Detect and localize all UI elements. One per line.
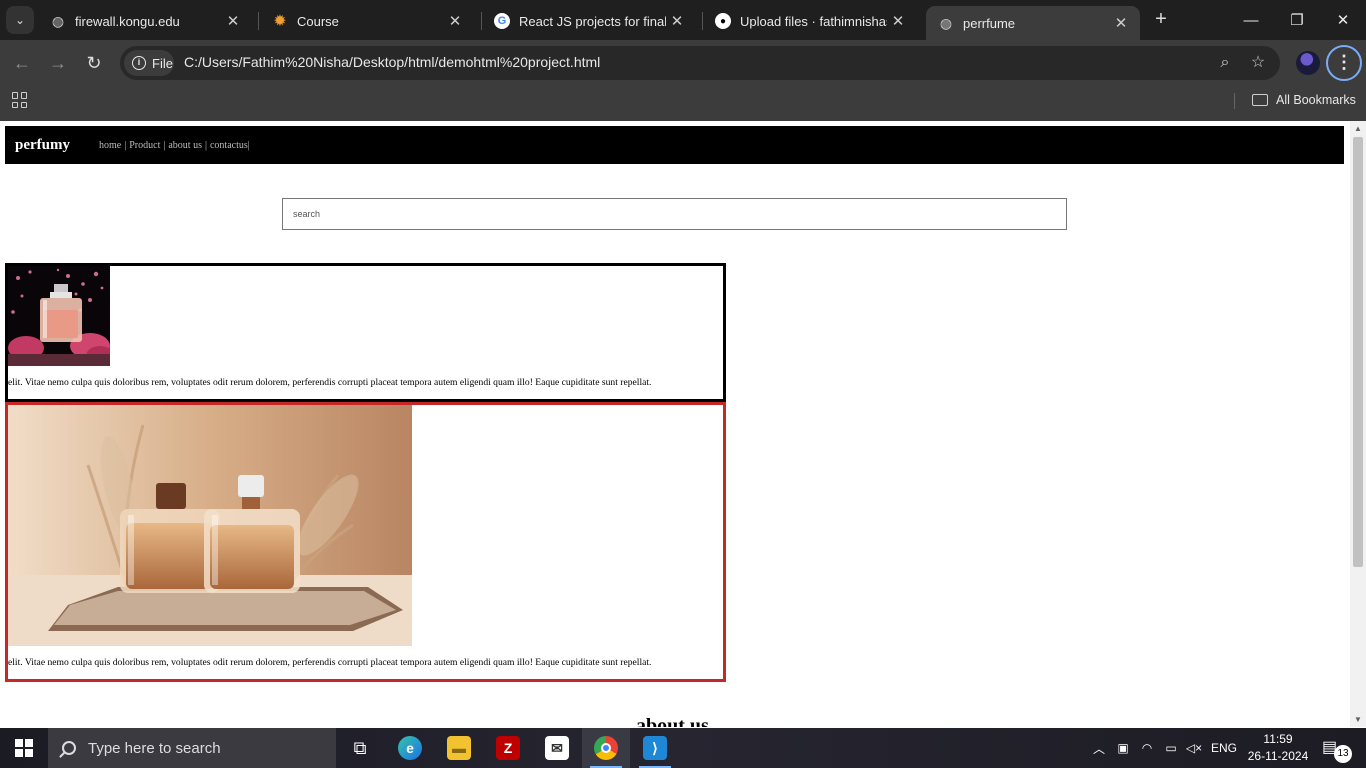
new-tab-button[interactable]: + bbox=[1150, 8, 1172, 32]
tab-search-button[interactable]: ⌄ bbox=[6, 6, 34, 34]
profile-avatar[interactable] bbox=[1296, 51, 1320, 75]
reload-button[interactable]: ↻ bbox=[82, 51, 106, 75]
file-explorer-icon[interactable]: ▬ bbox=[435, 728, 483, 768]
about-us-heading: about us bbox=[636, 715, 709, 727]
info-icon: i bbox=[132, 56, 146, 70]
site-info-label: File bbox=[152, 55, 173, 71]
chevron-down-icon: ⌄ bbox=[14, 13, 26, 27]
tray-chevron-up-icon[interactable]: ︿ bbox=[1088, 728, 1110, 768]
site-nav-links: home | Product | about us | contactus | bbox=[99, 140, 250, 151]
all-bookmarks-button[interactable]: All Bookmarks bbox=[1252, 93, 1356, 107]
task-view-icon[interactable]: ⧉ bbox=[336, 728, 384, 768]
perfume-tray-image bbox=[8, 405, 412, 646]
windows-taskbar: Type here to search ⧉ e ▬ Z ✉ ⟩ ︿ ▣ ◠ ▭ … bbox=[0, 728, 1366, 768]
tab-title: Upload files · fathimnishasye bbox=[740, 13, 887, 29]
tab-perrfume[interactable]: ◍ perrfume ✕ bbox=[926, 6, 1140, 40]
tab-course[interactable]: ✹ Course ✕ bbox=[260, 6, 474, 36]
zoom-icon[interactable]: ⌕ bbox=[1214, 52, 1236, 74]
close-icon[interactable]: ✕ bbox=[666, 12, 688, 30]
taskbar-search-placeholder: Type here to search bbox=[88, 739, 221, 757]
all-bookmarks-label: All Bookmarks bbox=[1276, 93, 1356, 107]
tab-react-projects[interactable]: G React JS projects for final year ✕ bbox=[482, 6, 696, 36]
tab-title: React JS projects for final year bbox=[519, 13, 666, 29]
meet-now-icon[interactable]: ▣ bbox=[1112, 728, 1134, 768]
nav-link-product[interactable]: Product bbox=[129, 140, 160, 151]
scroll-up-arrow-icon[interactable]: ▲ bbox=[1353, 124, 1363, 133]
mail-icon[interactable]: ✉ bbox=[533, 728, 581, 768]
wifi-icon[interactable]: ◠ bbox=[1136, 728, 1158, 768]
close-icon[interactable]: ✕ bbox=[887, 12, 909, 30]
restore-button[interactable]: ❐ bbox=[1274, 0, 1320, 40]
chrome-icon[interactable] bbox=[582, 728, 630, 768]
site-navbar: perfumy home | Product | about us | cont… bbox=[5, 126, 1344, 164]
tab-title: perrfume bbox=[963, 15, 1016, 31]
tab-divider bbox=[258, 12, 259, 30]
system-clock[interactable]: 11:59 26-11-2024 bbox=[1240, 731, 1316, 765]
bookmark-star-icon[interactable]: ☆ bbox=[1247, 52, 1269, 74]
google-icon: G bbox=[494, 13, 510, 29]
browser-toolbar: ← → ↻ i File C:/Users/Fathim%20Nisha/Des… bbox=[0, 40, 1366, 86]
product-card: elit. Vitae nemo culpa quis doloribus re… bbox=[5, 402, 726, 682]
nav-separator: | bbox=[247, 139, 250, 151]
edge-icon[interactable]: e bbox=[386, 728, 434, 768]
scroll-down-arrow-icon[interactable]: ▼ bbox=[1353, 715, 1363, 724]
nav-separator: | bbox=[124, 139, 127, 151]
product-card: elit. Vitae nemo culpa quis doloribus re… bbox=[5, 263, 726, 402]
language-indicator[interactable]: ENG bbox=[1207, 728, 1241, 768]
two-perfume-bottles-illustration bbox=[8, 405, 412, 646]
close-icon[interactable]: ✕ bbox=[222, 12, 244, 30]
search-input[interactable] bbox=[282, 198, 1067, 230]
tab-title: firewall.kongu.edu bbox=[75, 13, 180, 29]
battery-icon[interactable]: ▭ bbox=[1160, 728, 1182, 768]
globe-icon: ◍ bbox=[51, 12, 65, 29]
bookmarks-divider bbox=[1234, 93, 1235, 109]
nav-link-about-us[interactable]: about us bbox=[168, 140, 202, 151]
close-icon[interactable]: ✕ bbox=[444, 12, 466, 30]
back-button[interactable]: ← bbox=[10, 51, 34, 75]
notification-count-badge: 13 bbox=[1334, 745, 1352, 763]
nav-link-home[interactable]: home bbox=[99, 140, 121, 151]
tab-firewall[interactable]: ◍ firewall.kongu.edu ✕ bbox=[38, 6, 252, 36]
clock-time: 11:59 bbox=[1263, 732, 1293, 746]
card-description: elit. Vitae nemo culpa quis doloribus re… bbox=[8, 657, 652, 668]
site-info-chip[interactable]: i File bbox=[124, 50, 174, 76]
sun-icon: ✹ bbox=[273, 13, 287, 30]
windows-start-button[interactable] bbox=[0, 728, 48, 768]
volume-muted-icon[interactable]: ◁× bbox=[1183, 728, 1205, 768]
folder-icon bbox=[1252, 94, 1268, 106]
taskbar-search-box[interactable]: Type here to search bbox=[48, 728, 336, 768]
tab-title: Course bbox=[297, 13, 339, 29]
window-close-button[interactable]: ✕ bbox=[1320, 0, 1366, 40]
close-icon[interactable]: ✕ bbox=[1110, 14, 1132, 32]
browser-tab-bar: ⌄ ◍ firewall.kongu.edu ✕ ✹ Course ✕ G Re… bbox=[0, 0, 1366, 40]
address-bar[interactable]: i File C:/Users/Fathim%20Nisha/Desktop/h… bbox=[120, 46, 1280, 80]
chrome-menu-button[interactable]: ⋮ bbox=[1326, 45, 1362, 81]
card-description: elit. Vitae nemo culpa quis doloribus re… bbox=[8, 377, 652, 388]
clock-date: 26-11-2024 bbox=[1247, 749, 1309, 763]
vscode-icon[interactable]: ⟩ bbox=[631, 728, 679, 768]
tab-github-upload[interactable]: ● Upload files · fathimnishasye ✕ bbox=[703, 6, 917, 36]
minimize-button[interactable]: — bbox=[1228, 0, 1274, 40]
bookmarks-bar: All Bookmarks bbox=[0, 86, 1366, 116]
notification-center-button[interactable]: ▤ 13 bbox=[1322, 737, 1352, 763]
page-scrollbar[interactable]: ▲ ▼ bbox=[1350, 121, 1366, 727]
perfume-bottle-illustration bbox=[8, 266, 110, 366]
github-icon: ● bbox=[715, 13, 731, 29]
search-icon bbox=[62, 741, 76, 755]
forward-button[interactable]: → bbox=[46, 51, 70, 75]
nav-separator: | bbox=[163, 139, 166, 151]
site-brand[interactable]: perfumy bbox=[15, 137, 70, 154]
scrollbar-thumb[interactable] bbox=[1353, 137, 1363, 567]
nav-link-contactus[interactable]: contactus bbox=[210, 140, 248, 151]
url-text[interactable]: C:/Users/Fathim%20Nisha/Desktop/html/dem… bbox=[184, 54, 600, 70]
perfume-bottle-image bbox=[8, 266, 110, 366]
apps-grid-icon[interactable] bbox=[12, 92, 28, 108]
nav-separator: | bbox=[204, 139, 207, 151]
page-viewport: perfumy home | Product | about us | cont… bbox=[0, 121, 1366, 727]
globe-icon: ◍ bbox=[939, 14, 953, 31]
filezilla-icon[interactable]: Z bbox=[484, 728, 532, 768]
